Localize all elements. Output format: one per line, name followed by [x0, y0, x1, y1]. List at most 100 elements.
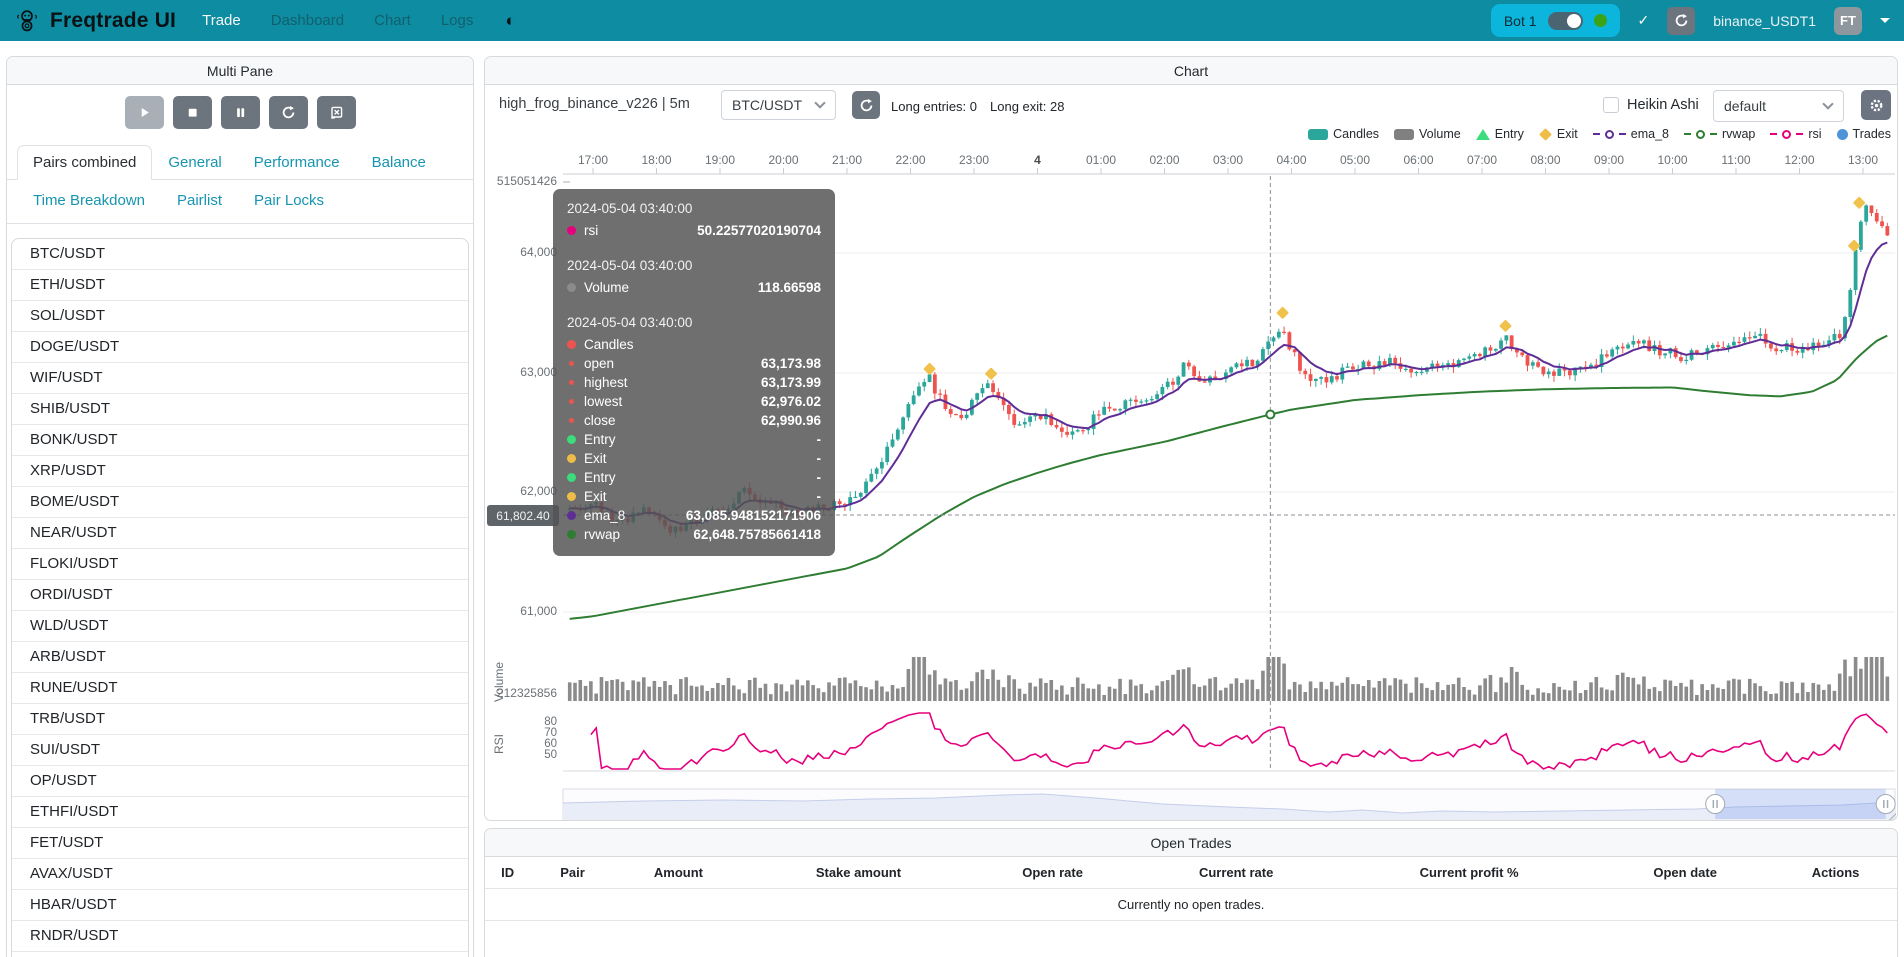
tooltip-label: Exit	[584, 489, 607, 504]
refresh-chart-button[interactable]	[852, 91, 880, 119]
pair-list-item[interactable]: ORDI/USDT	[12, 580, 468, 611]
stop-button[interactable]	[173, 96, 212, 129]
tooltip-row: rvwap62,648.75785661418	[567, 525, 821, 544]
tooltip-row: rsi50.22577020190704	[567, 221, 821, 240]
chart-area[interactable]: high_frog_binance_v226 | 5m BTC/USDT Lon…	[485, 57, 1898, 821]
user-menu-caret-icon[interactable]	[1880, 18, 1890, 23]
multi-pane-tabs-row1: Pairs combinedGeneralPerformanceBalance	[7, 145, 473, 180]
tooltip-label: rsi	[584, 223, 598, 238]
pair-list-item[interactable]: BOME/USDT	[12, 487, 468, 518]
long-exit-count: Long exit: 28	[990, 99, 1064, 114]
tooltip-timestamp: 2024-05-04 03:40:00	[567, 315, 821, 330]
legend-item-ema_8[interactable]: ema_8	[1593, 127, 1669, 141]
time-tick-label: 4	[1011, 153, 1065, 167]
pair-list-item[interactable]: FLOKI/USDT	[12, 549, 468, 580]
navbar-right: Bot 1 ✓ binance_USDT1 FT	[1491, 4, 1890, 37]
line-icon	[1710, 133, 1717, 135]
nav-link-trade[interactable]: Trade	[202, 12, 241, 29]
line-icon	[1593, 133, 1600, 135]
tab-balance[interactable]: Balance	[356, 146, 442, 179]
clear-icon	[329, 105, 344, 120]
time-tick-label: 17:00	[566, 153, 620, 167]
tab-pairs-combined[interactable]: Pairs combined	[17, 145, 152, 180]
pair-list-item[interactable]: ARB/USDT	[12, 642, 468, 673]
tab-performance[interactable]: Performance	[238, 146, 356, 179]
tooltip-row: close62,990.96	[567, 411, 821, 430]
pair-list-item[interactable]: FET/USDT	[12, 828, 468, 859]
series-dot-icon	[567, 283, 576, 292]
pair-list-item[interactable]: XRP/USDT	[12, 456, 468, 487]
line-icon	[1619, 133, 1626, 135]
pair-list-item[interactable]: ETH/USDT	[12, 270, 468, 301]
plot-settings-button[interactable]	[1861, 90, 1891, 120]
legend-item-candles[interactable]: Candles	[1308, 127, 1379, 141]
line-icon	[1796, 133, 1803, 135]
open-trades-title: Open Trades	[485, 829, 1897, 857]
play-button[interactable]	[125, 96, 164, 129]
nav-link-logs[interactable]: Logs	[441, 12, 474, 29]
pair-select[interactable]: BTC/USDT	[721, 90, 836, 120]
nav-link-chart[interactable]: Chart	[374, 12, 411, 29]
pair-list-item[interactable]: OP/USDT	[12, 766, 468, 797]
time-tick-label: 04:00	[1265, 153, 1319, 167]
bot-toggle[interactable]	[1548, 12, 1583, 30]
nav-link-dashboard[interactable]: Dashboard	[271, 12, 344, 29]
tab-general[interactable]: General	[152, 146, 237, 179]
legend-label: rvwap	[1722, 127, 1755, 141]
series-dot-icon	[567, 511, 576, 520]
pair-list-item[interactable]: WLD/USDT	[12, 611, 468, 642]
series-dot-icon	[567, 530, 576, 539]
user-avatar[interactable]: FT	[1834, 7, 1862, 35]
pair-list-item[interactable]: DOGE/USDT	[12, 332, 468, 363]
heikin-ashi-checkbox[interactable]	[1603, 97, 1619, 113]
legend-item-exit[interactable]: Exit	[1539, 127, 1578, 141]
time-tick-label: 21:00	[820, 153, 874, 167]
pair-list-item[interactable]: HBAR/USDT	[12, 890, 468, 921]
pair-list-item[interactable]: RUNE/USDT	[12, 673, 468, 704]
column-header-id: ID	[485, 865, 530, 880]
column-header-stake-amount: Stake amount	[742, 865, 975, 880]
time-tick-label: 22:00	[884, 153, 938, 167]
theme-toggle-icon[interactable]: ◐	[505, 11, 515, 31]
stop-icon	[185, 105, 200, 120]
tooltip-label: highest	[584, 375, 628, 390]
tooltip-label: Entry	[584, 470, 616, 485]
pair-list-item[interactable]: SOL/USDT	[12, 301, 468, 332]
pair-list-item[interactable]: TRB/USDT	[12, 704, 468, 735]
legend-item-rsi[interactable]: rsi	[1770, 127, 1821, 141]
tab-pair-locks[interactable]: Pair Locks	[238, 184, 340, 217]
legend-item-rvwap[interactable]: rvwap	[1684, 127, 1755, 141]
pair-list-item[interactable]: BONK/USDT	[12, 425, 468, 456]
tooltip-timestamp: 2024-05-04 03:40:00	[567, 201, 821, 216]
exit-diamond-icon	[1539, 128, 1552, 141]
navigator-handle[interactable]	[1876, 795, 1895, 814]
tooltip-value: -	[817, 489, 822, 504]
tab-time-breakdown[interactable]: Time Breakdown	[17, 184, 161, 217]
pair-list-item[interactable]: AVAX/USDT	[12, 859, 468, 890]
legend-item-entry[interactable]: Entry	[1476, 127, 1524, 141]
trades-circle-icon	[1837, 129, 1848, 140]
pair-list-item[interactable]: NEAR/USDT	[12, 518, 468, 549]
pair-list-item[interactable]: BTC/USDT	[12, 239, 468, 270]
navigator-handle[interactable]	[1706, 795, 1725, 814]
pair-list-item[interactable]: ETHFI/USDT	[12, 797, 468, 828]
column-header-current-rate: Current rate	[1130, 865, 1342, 880]
refresh-button[interactable]	[269, 96, 308, 129]
tab-pairlist[interactable]: Pairlist	[161, 184, 238, 217]
pair-list-item[interactable]: AR/USDT	[12, 952, 468, 957]
pair-list-item[interactable]: WIF/USDT	[12, 363, 468, 394]
legend-item-trades[interactable]: Trades	[1837, 127, 1891, 141]
chevron-down-icon	[1822, 98, 1833, 109]
line-icon	[1770, 133, 1777, 135]
time-tick-label: 03:00	[1201, 153, 1255, 167]
plot-config-select[interactable]: default	[1713, 90, 1844, 122]
reload-bot-button[interactable]	[1667, 7, 1695, 35]
legend-item-volume[interactable]: Volume	[1394, 127, 1461, 141]
pause-button[interactable]	[221, 96, 260, 129]
bot-selector[interactable]: Bot 1	[1491, 4, 1620, 37]
clear-button[interactable]	[317, 96, 356, 129]
bot-controls	[7, 96, 473, 129]
pair-list-item[interactable]: SUI/USDT	[12, 735, 468, 766]
pair-list-item[interactable]: SHIB/USDT	[12, 394, 468, 425]
pair-list-item[interactable]: RNDR/USDT	[12, 921, 468, 952]
